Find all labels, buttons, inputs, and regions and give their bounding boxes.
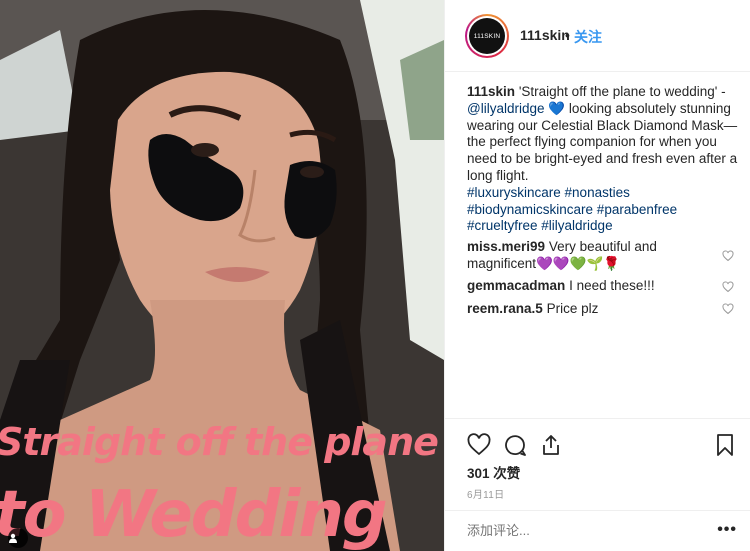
- photo-overlay-line1: Straight off the plane: [0, 420, 439, 464]
- heart-icon[interactable]: [467, 433, 491, 457]
- comment-item: miss.meri99 Very beautiful and magnifice…: [467, 239, 717, 273]
- more-options-icon[interactable]: •••: [717, 521, 737, 539]
- post-date[interactable]: 6月11日: [467, 486, 504, 501]
- bookmark-icon[interactable]: [713, 433, 737, 457]
- caption-emoji: 💙: [548, 100, 566, 116]
- follow-button[interactable]: 关注: [574, 27, 602, 47]
- comment-input[interactable]: [467, 523, 707, 538]
- caption-username[interactable]: 111skin: [467, 84, 515, 99]
- add-comment-bar: •••: [445, 510, 750, 551]
- comment-item: gemmacadman I need these!!!: [467, 278, 717, 295]
- comment-text: Price plz: [546, 301, 599, 316]
- share-icon[interactable]: [539, 433, 563, 457]
- comment-item: reem.rana.5 Price plz: [467, 301, 717, 318]
- header-separator: •: [565, 27, 570, 43]
- like-count[interactable]: 301 次赞: [467, 462, 520, 482]
- comment-username[interactable]: miss.meri99: [467, 239, 545, 254]
- comment-like-heart-icon[interactable]: [722, 303, 734, 315]
- header-username[interactable]: 111skin: [520, 27, 570, 43]
- avatar-logo: 111SKIN: [469, 18, 505, 54]
- comment-username[interactable]: reem.rana.5: [467, 301, 543, 316]
- comment-text: I need these!!!: [569, 278, 655, 293]
- comment-like-heart-icon[interactable]: [722, 250, 734, 262]
- post-photo[interactable]: Straight off the plane to Wedding: [0, 0, 444, 551]
- caption-hashtags-line3[interactable]: #crueltyfree #lilyaldridge: [467, 218, 613, 233]
- post-caption: 111skin 'Straight off the plane to weddi…: [467, 84, 739, 235]
- caption-hashtags-line1[interactable]: #luxuryskincare #nonasties: [467, 185, 630, 200]
- photo-overlay-line2: to Wedding: [0, 478, 388, 551]
- user-tag-icon[interactable]: [8, 528, 28, 548]
- caption-hashtags-line2[interactable]: #biodynamicskincare #parabenfree: [467, 202, 677, 217]
- comment-username[interactable]: gemmacadman: [467, 278, 565, 293]
- post-header: 111SKIN 111skin • 关注: [445, 0, 750, 72]
- caption-mention[interactable]: @lilyaldridge: [467, 101, 545, 116]
- comment-icon[interactable]: [503, 433, 527, 457]
- avatar[interactable]: 111SKIN: [465, 14, 509, 58]
- comment-like-heart-icon[interactable]: [722, 281, 734, 293]
- post-sidebar: 111SKIN 111skin • 关注 111skin 'Straight o…: [444, 0, 750, 551]
- photo-illustration: [0, 0, 444, 551]
- caption-text1: 'Straight off the plane to wedding' -: [518, 84, 726, 99]
- action-bar: [445, 418, 750, 468]
